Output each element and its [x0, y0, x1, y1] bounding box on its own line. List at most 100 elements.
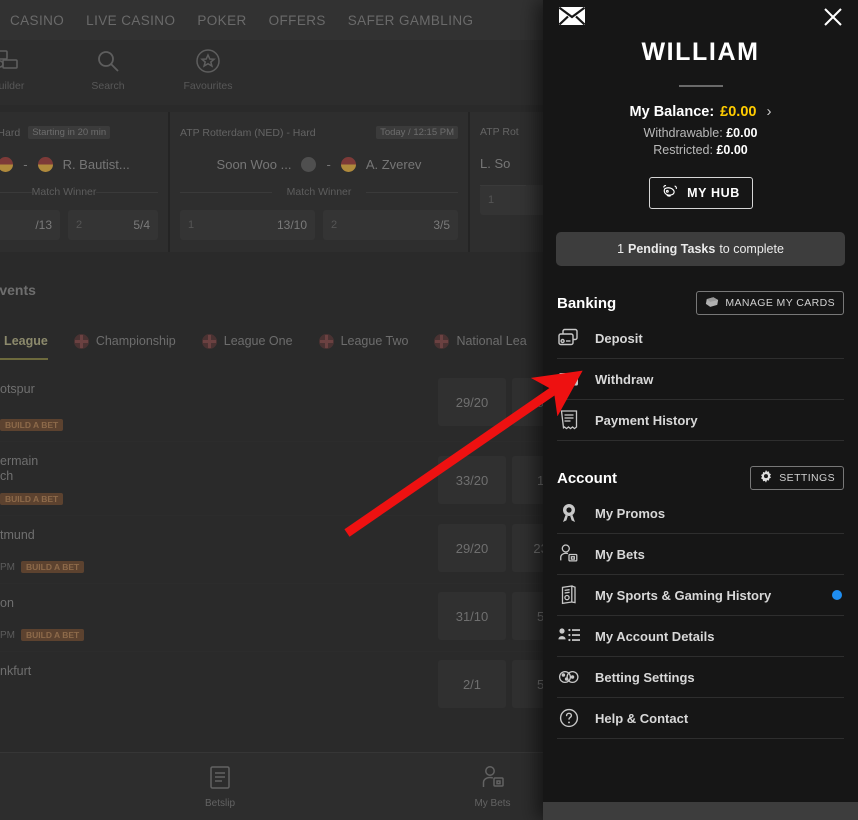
odds-button[interactable]: /13: [0, 210, 60, 240]
quick-link-favourites[interactable]: Favourites: [172, 46, 244, 92]
betting-settings-icon: [557, 667, 581, 687]
odds-selection: 1: [488, 194, 495, 206]
top-nav-item-live-casino[interactable]: LIVE CASINO: [86, 13, 175, 28]
event-card[interactable]: ATP Rotterdam (NED) - Hard Today / 12:15…: [170, 112, 470, 252]
odds-button[interactable]: 2 5/4: [68, 210, 158, 240]
menu-item-my-bets[interactable]: My Bets: [557, 534, 844, 575]
manage-my-cards-label: MANAGE MY CARDS: [725, 297, 835, 309]
menu-item-my-account-details[interactable]: My Account Details: [557, 616, 844, 657]
table-row[interactable]: tmund PM BUILD A BET 29/20 23/1: [0, 516, 580, 584]
england-flag-icon: [73, 333, 89, 349]
menu-item-my-promos[interactable]: My Promos: [557, 493, 844, 534]
gear-icon: [759, 469, 773, 487]
quick-link-label: Search: [91, 80, 125, 92]
my-hub-button[interactable]: MY HUB: [648, 177, 753, 209]
event-teams: otspur: [0, 382, 35, 396]
odds-button[interactable]: 31/10: [438, 592, 506, 640]
manage-my-cards-button[interactable]: MANAGE MY CARDS: [696, 291, 844, 315]
event-competition: ATP Rot: [480, 126, 519, 138]
odds-button[interactable]: 33/20: [438, 456, 506, 504]
odds-selection: 1: [188, 219, 195, 231]
event-card[interactable]: ED) - Hard Starting in 20 min - R. Bauti…: [0, 112, 170, 252]
settings-label: SETTINGS: [779, 472, 835, 484]
menu-item-payment-history[interactable]: Payment History: [557, 400, 844, 441]
envelope-icon[interactable]: [558, 5, 586, 32]
event-list: otspur BUILD A BET 29/20 9/4 ermain ch B…: [0, 370, 580, 720]
player-b-name: A. Zverev: [365, 157, 422, 172]
build-a-bet-tag[interactable]: BUILD A BET: [0, 493, 64, 505]
menu-item-deposit[interactable]: Deposit: [557, 318, 844, 359]
pending-tasks-bold: Pending Tasks: [628, 242, 716, 256]
player-b-name: R. Bautist...: [62, 157, 130, 172]
settings-button[interactable]: SETTINGS: [750, 466, 844, 490]
pending-tasks-suffix: to complete: [719, 242, 784, 256]
odds-price: 3/5: [433, 218, 450, 232]
flag-icon: [0, 157, 14, 172]
league-tab-league-one[interactable]: League One: [201, 322, 293, 360]
builder-icon: [0, 46, 21, 76]
my-balance-row[interactable]: My Balance: £0.00 ›: [543, 103, 858, 120]
league-tabs: ns League Championship League One League…: [0, 322, 531, 360]
league-tab-label: National Lea: [456, 334, 527, 348]
build-a-bet-tag[interactable]: BUILD A BET: [0, 419, 64, 431]
event-cards-carousel: ED) - Hard Starting in 20 min - R. Bauti…: [0, 112, 630, 257]
odds-price: 5/4: [133, 218, 150, 232]
top-nav-item-safer-gambling[interactable]: SAFER GAMBLING: [348, 13, 474, 28]
league-tab-national-league[interactable]: National Lea: [434, 322, 527, 360]
flag-icon: [37, 157, 53, 172]
odds-button[interactable]: 2 3/5: [323, 210, 458, 240]
banking-menu: Deposit Withdraw Payment History: [543, 318, 858, 441]
event-card-meta: ED) - Hard Starting in 20 min: [0, 126, 158, 139]
bottom-nav-item-betslip[interactable]: Betslip: [0, 764, 440, 809]
event-players: - R. Bautist...: [0, 157, 158, 172]
league-tab-league-two[interactable]: League Two: [318, 322, 408, 360]
build-a-bet-tag[interactable]: BUILD A BET: [21, 629, 85, 641]
bottom-nav-item-my-bets[interactable]: My Bets: [440, 764, 545, 809]
menu-item-label: Betting Settings: [595, 669, 695, 685]
pending-tasks-banner[interactable]: 1 Pending Tasks to complete: [556, 232, 845, 266]
odds-button[interactable]: 29/20: [438, 524, 506, 572]
table-row[interactable]: on PM BUILD A BET 31/10 5/2: [0, 584, 580, 652]
bull-head-icon: [661, 184, 679, 203]
menu-item-withdraw[interactable]: Withdraw: [557, 359, 844, 400]
event-players: Soon Woo ... - A. Zverev: [216, 157, 422, 172]
league-tab-championship[interactable]: Championship: [73, 322, 176, 360]
quick-link-search[interactable]: Search: [72, 46, 144, 92]
my-bets-icon: [481, 764, 505, 795]
wallet-icon: [557, 369, 581, 389]
menu-item-betting-settings[interactable]: Betting Settings: [557, 657, 844, 698]
close-icon[interactable]: [818, 2, 848, 37]
table-row[interactable]: ermain ch BUILD A BET 33/20 13/: [0, 442, 580, 516]
restricted-row: Restricted: £0.00: [543, 143, 858, 157]
menu-item-help-contact[interactable]: Help & Contact: [557, 698, 844, 739]
odds-price: 13/10: [276, 218, 307, 232]
top-nav-item-poker[interactable]: POKER: [197, 13, 246, 28]
account-menu: My Promos My Bets My Sports & Gaming His…: [543, 493, 858, 739]
menu-item-my-sports-gaming-history[interactable]: My Sports & Gaming History: [557, 575, 844, 616]
odds-button[interactable]: 1 13/10: [180, 210, 315, 240]
build-a-bet-tag[interactable]: BUILD A BET: [21, 561, 85, 573]
top-nav-item-offers[interactable]: OFFERS: [269, 13, 326, 28]
account-panel: WILLIAM My Balance: £0.00 › Withdrawable…: [543, 0, 858, 820]
table-row[interactable]: nkfurt 2/1 5/2: [0, 652, 580, 720]
bottom-nav-label: My Bets: [474, 798, 511, 809]
odds-button[interactable]: 2/1: [438, 660, 506, 708]
withdrawable-label: Withdrawable:: [643, 126, 723, 140]
league-tab-label: Championship: [95, 334, 176, 348]
event-subline: BUILD A BET: [0, 493, 64, 505]
league-tab-champions-league[interactable]: ns League: [0, 322, 48, 360]
odds-button[interactable]: 29/20: [438, 378, 506, 426]
top-navigation: CASINO LIVE CASINO POKER OFFERS SAFER GA…: [0, 0, 545, 40]
top-nav-item-casino[interactable]: CASINO: [10, 13, 64, 28]
event-subline: PM BUILD A BET: [0, 561, 85, 573]
deposit-cards-icon: [557, 328, 581, 348]
quick-link-builder[interactable]: Builder: [0, 46, 44, 92]
banking-title: Banking: [557, 294, 617, 312]
divider: [678, 85, 723, 87]
menu-item-label: Help & Contact: [595, 710, 689, 726]
event-teams: on: [0, 596, 14, 610]
withdrawable-row: Withdrawable: £0.00: [543, 126, 858, 140]
table-row[interactable]: otspur BUILD A BET 29/20 9/4: [0, 370, 580, 442]
banking-section-header: Banking MANAGE MY CARDS: [543, 288, 858, 318]
event-teams: ermain ch: [0, 454, 39, 483]
